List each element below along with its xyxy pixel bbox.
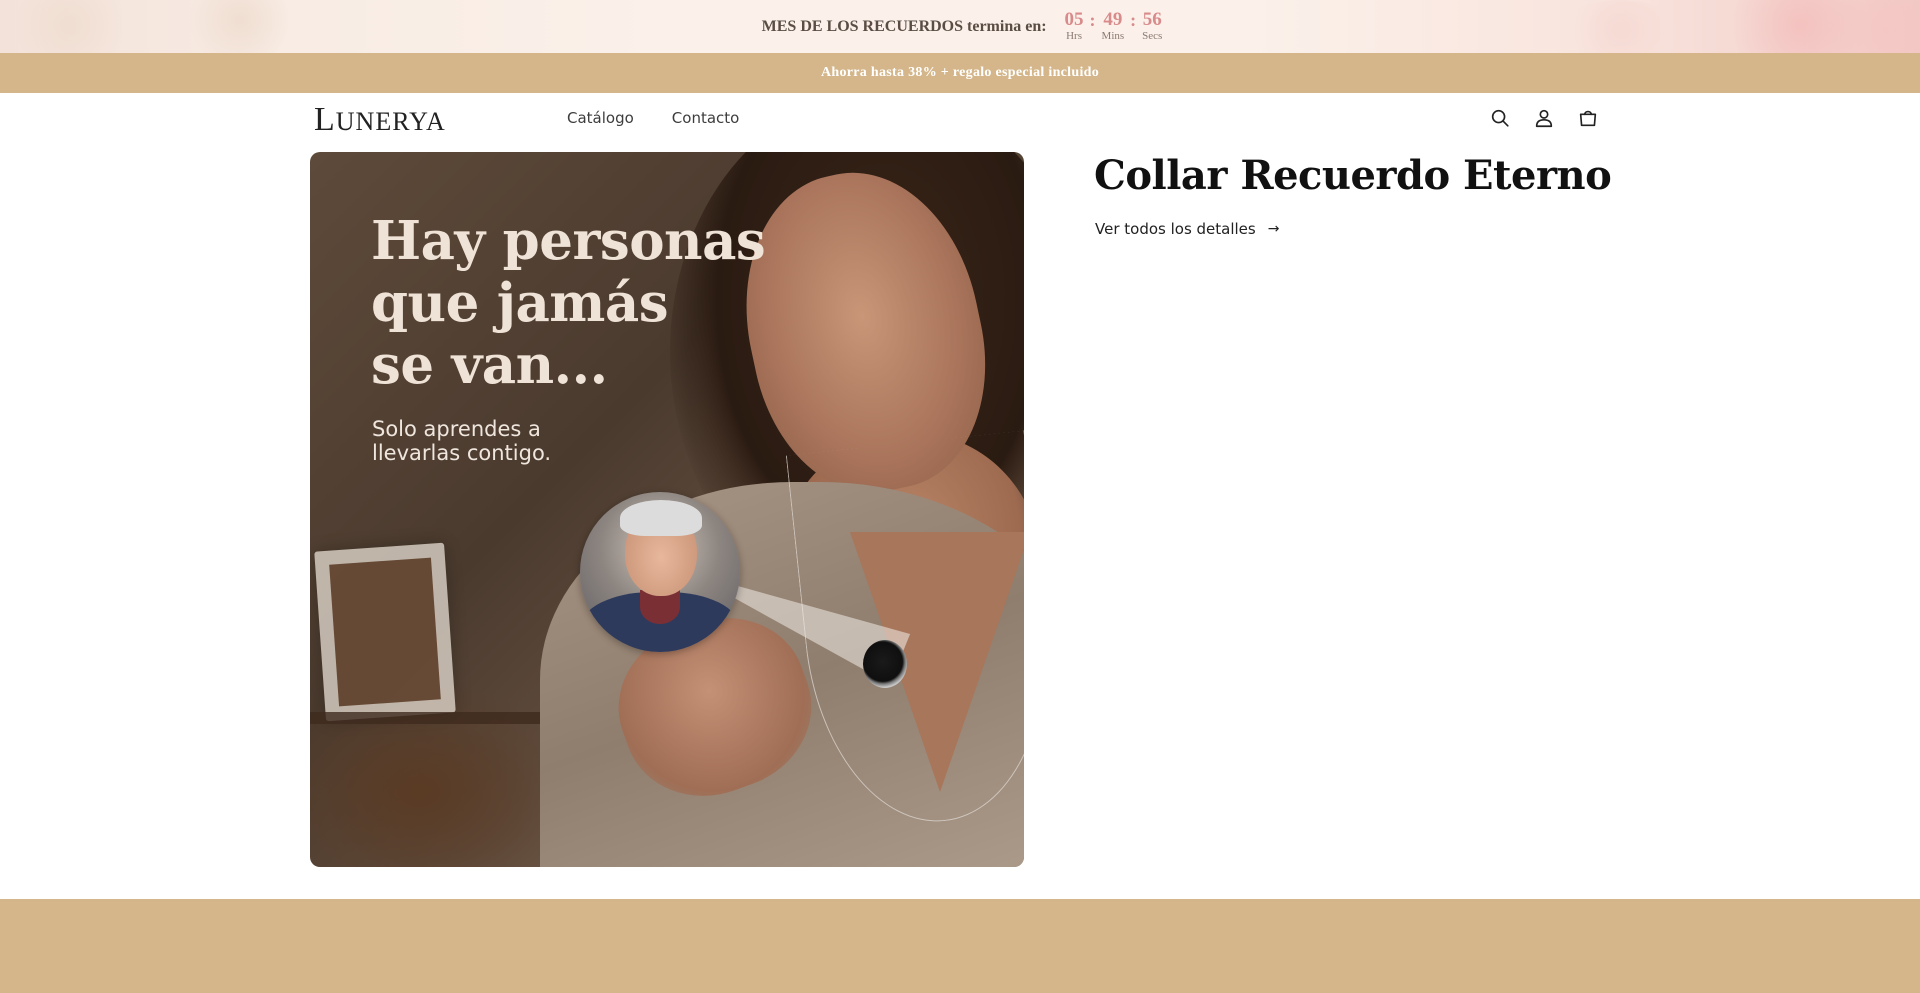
subtext-line: llevarlas contigo. (372, 441, 552, 465)
projected-photo-circle (580, 492, 740, 652)
product-title: Collar Recuerdo Eterno (1094, 152, 1612, 199)
logo-initial: L (314, 101, 336, 138)
arrow-right-icon: → (1267, 221, 1280, 237)
floral-decoration (0, 0, 140, 53)
floral-decoration (1820, 0, 1920, 53)
hero-subtext: Solo aprendes a llevarlas contigo. (372, 417, 632, 465)
timer-seconds: 56 Secs (1142, 10, 1162, 43)
timer-minutes-label: Mins (1101, 30, 1125, 42)
product-hero-image[interactable]: Hay personas que jamás se van... Solo ap… (310, 152, 1024, 867)
search-icon[interactable] (1488, 105, 1512, 131)
promo-bar: Ahorra hasta 38% + regalo especial inclu… (0, 53, 1920, 93)
headline-line: se van... (371, 334, 608, 396)
timer-hours: 05 Hrs (1065, 10, 1084, 43)
view-details-link[interactable]: Ver todos los detalles → (1095, 220, 1279, 238)
shelf-decoration (310, 712, 540, 724)
site-header: LUNERYA Catálogo Contacto (0, 93, 1920, 145)
store-logo[interactable]: LUNERYA (314, 101, 446, 139)
timer-separator: : (1130, 10, 1137, 30)
footer-band (0, 899, 1920, 993)
nav-link-contacto[interactable]: Contacto (672, 109, 740, 127)
timer-hours-label: Hrs (1066, 30, 1082, 42)
countdown-text: MES DE LOS RECUERDOS termina en: (761, 17, 1047, 35)
timer-hours-value: 05 (1064, 9, 1084, 30)
timer-seconds-label: Secs (1142, 30, 1163, 42)
countdown-bar: MES DE LOS RECUERDOS termina en: 05 Hrs … (0, 0, 1920, 53)
nav-link-catalogo[interactable]: Catálogo (567, 109, 634, 127)
logo-text: UNERYA (335, 107, 446, 136)
headline-line: que jamás (371, 272, 669, 334)
subtext-line: Solo aprendes a (372, 417, 541, 441)
timer-seconds-value: 56 (1142, 9, 1162, 30)
header-icons (1488, 105, 1600, 131)
man-hair (620, 500, 702, 536)
view-details-label: Ver todos los detalles (1095, 220, 1256, 238)
countdown-timer: 05 Hrs : 49 Mins : 56 Secs (1065, 10, 1163, 43)
timer-minutes-value: 49 (1103, 9, 1123, 30)
timer-minutes: 49 Mins (1102, 10, 1125, 43)
cart-icon[interactable] (1576, 105, 1600, 131)
account-icon[interactable] (1532, 105, 1556, 131)
necklace-pendant (863, 640, 907, 688)
promo-text: Ahorra hasta 38% + regalo especial inclu… (820, 65, 1100, 80)
photo-frame-decoration (314, 542, 456, 722)
headline-line: Hay personas (371, 210, 766, 272)
countdown-message: MES DE LOS RECUERDOS termina en: (758, 18, 1047, 36)
main-nav: Catálogo Contacto (567, 109, 739, 127)
timer-separator: : (1089, 10, 1096, 30)
floral-decoration (1560, 0, 1680, 53)
floral-decoration (180, 0, 300, 53)
hero-headline: Hay personas que jamás se van... (371, 210, 791, 396)
